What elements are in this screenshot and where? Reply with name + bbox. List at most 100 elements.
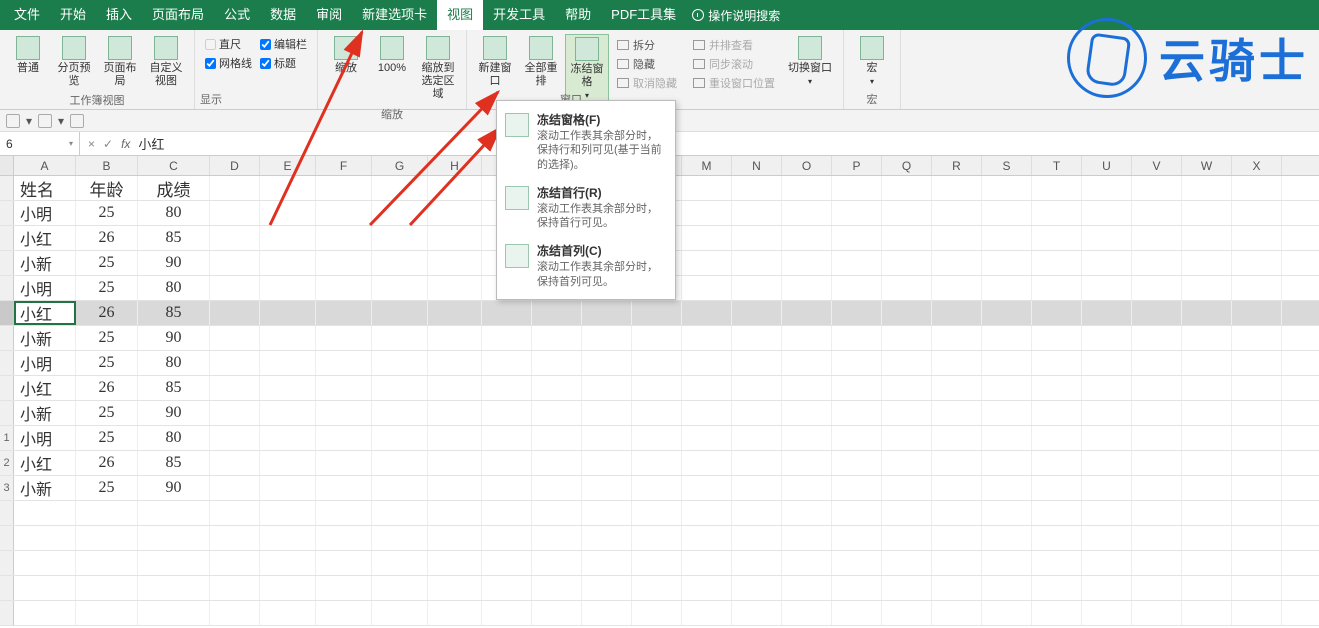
col-header-Q[interactable]: Q — [882, 156, 932, 175]
cell[interactable] — [210, 226, 260, 250]
cell[interactable] — [1082, 376, 1132, 400]
cell[interactable] — [1182, 176, 1232, 200]
cell[interactable]: 成绩 — [138, 176, 210, 200]
cell[interactable] — [582, 501, 632, 525]
cell[interactable] — [1132, 551, 1182, 575]
cell[interactable] — [1182, 551, 1232, 575]
cell[interactable] — [932, 351, 982, 375]
cell[interactable] — [482, 451, 532, 475]
cell[interactable] — [428, 226, 482, 250]
cell[interactable] — [882, 451, 932, 475]
cell[interactable] — [832, 551, 882, 575]
cell[interactable] — [1082, 576, 1132, 600]
cell[interactable] — [372, 326, 428, 350]
cell[interactable] — [582, 526, 632, 550]
cell[interactable] — [682, 501, 732, 525]
cell[interactable] — [882, 426, 932, 450]
cell[interactable] — [782, 601, 832, 625]
col-header-S[interactable]: S — [982, 156, 1032, 175]
cell[interactable] — [832, 176, 882, 200]
cell[interactable] — [732, 426, 782, 450]
table-row[interactable] — [0, 551, 1319, 576]
table-row[interactable]: 小新2590 — [0, 401, 1319, 426]
cell[interactable] — [532, 501, 582, 525]
cell[interactable] — [982, 301, 1032, 325]
cell[interactable] — [260, 251, 316, 275]
cell[interactable] — [1132, 501, 1182, 525]
cell[interactable] — [932, 551, 982, 575]
cell[interactable] — [782, 201, 832, 225]
cell[interactable]: 小红 — [14, 376, 76, 400]
cell[interactable] — [372, 276, 428, 300]
cell[interactable]: 90 — [138, 476, 210, 500]
formula-value[interactable]: 小红 — [138, 134, 164, 153]
cell[interactable] — [582, 326, 632, 350]
row-header[interactable] — [0, 201, 14, 225]
cell[interactable] — [1232, 501, 1282, 525]
cell[interactable] — [982, 401, 1032, 425]
cell[interactable] — [832, 201, 882, 225]
cell[interactable] — [372, 501, 428, 525]
cell[interactable] — [1132, 276, 1182, 300]
cell[interactable] — [682, 376, 732, 400]
cell[interactable] — [14, 601, 76, 625]
cell[interactable] — [1082, 351, 1132, 375]
cell[interactable] — [14, 551, 76, 575]
view-btn-3[interactable]: 自定义视图 — [144, 34, 188, 90]
cell[interactable] — [1032, 376, 1082, 400]
cell[interactable] — [260, 201, 316, 225]
cell[interactable] — [882, 576, 932, 600]
row-header[interactable]: 3 — [0, 476, 14, 500]
cell[interactable] — [428, 476, 482, 500]
cell[interactable] — [832, 576, 882, 600]
cell[interactable] — [532, 426, 582, 450]
menu-tab-数据[interactable]: 数据 — [260, 0, 306, 30]
cell[interactable] — [1182, 426, 1232, 450]
freeze-panes-dropdown[interactable]: 冻结窗格(F)滚动工作表其余部分时，保持行和列可见(基于当前的选择)。冻结首行(… — [496, 100, 676, 300]
col-header-V[interactable]: V — [1132, 156, 1182, 175]
row-header[interactable] — [0, 526, 14, 550]
row-header[interactable] — [0, 226, 14, 250]
col-header-C[interactable]: C — [138, 156, 210, 175]
cell[interactable] — [1032, 201, 1082, 225]
qat-undo-icon[interactable] — [6, 114, 20, 128]
row-header[interactable] — [0, 576, 14, 600]
cell[interactable] — [1082, 276, 1132, 300]
cell[interactable] — [1232, 326, 1282, 350]
cell[interactable]: 80 — [138, 276, 210, 300]
cell[interactable] — [882, 376, 932, 400]
cell[interactable] — [260, 601, 316, 625]
table-row[interactable]: 小红2685 — [0, 376, 1319, 401]
cell[interactable] — [1032, 576, 1082, 600]
cell[interactable] — [882, 601, 932, 625]
cell[interactable] — [210, 351, 260, 375]
cell[interactable] — [1082, 426, 1132, 450]
cell[interactable] — [982, 576, 1032, 600]
row-header[interactable] — [0, 301, 14, 325]
cell[interactable] — [582, 451, 632, 475]
cell[interactable] — [428, 501, 482, 525]
cell[interactable] — [1032, 226, 1082, 250]
cell[interactable] — [532, 376, 582, 400]
col-header-N[interactable]: N — [732, 156, 782, 175]
cell[interactable] — [1082, 226, 1132, 250]
cell[interactable] — [428, 251, 482, 275]
enter-icon[interactable]: ✓ — [103, 137, 113, 151]
cell[interactable] — [210, 326, 260, 350]
cell[interactable] — [1132, 401, 1182, 425]
cell[interactable]: 90 — [138, 401, 210, 425]
cell[interactable] — [932, 426, 982, 450]
cell[interactable] — [1232, 401, 1282, 425]
cell[interactable] — [372, 551, 428, 575]
cell[interactable]: 85 — [138, 376, 210, 400]
cell[interactable] — [632, 351, 682, 375]
cell[interactable] — [932, 401, 982, 425]
cell[interactable] — [682, 576, 732, 600]
cell[interactable] — [882, 401, 932, 425]
cell[interactable] — [1232, 551, 1282, 575]
cell[interactable] — [1132, 251, 1182, 275]
cell[interactable] — [1132, 326, 1182, 350]
cell[interactable] — [1182, 376, 1232, 400]
cell[interactable] — [1032, 526, 1082, 550]
cell[interactable] — [1182, 351, 1232, 375]
